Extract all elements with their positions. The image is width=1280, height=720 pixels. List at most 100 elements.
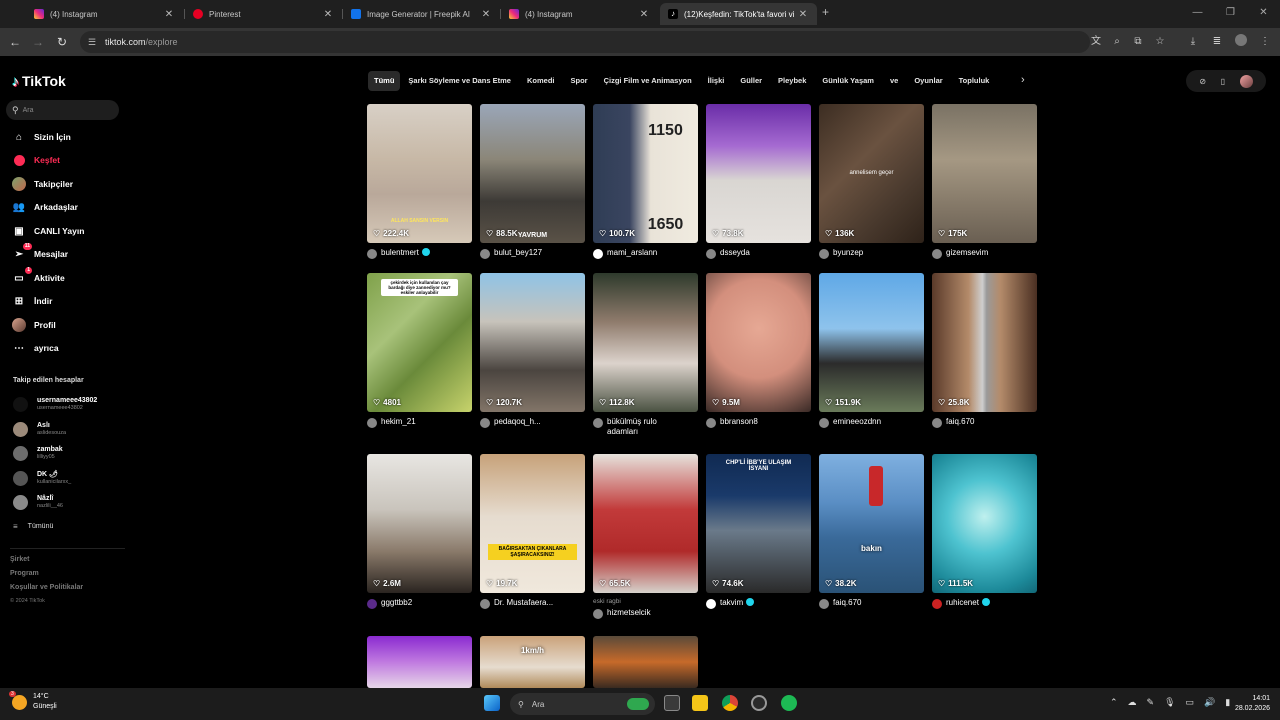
video-card[interactable]: annelisem geçer ♡ 136K byunzep <box>819 104 924 259</box>
close-window-button[interactable]: ✕ <box>1247 0 1280 28</box>
video-author[interactable]: hizmetselcik <box>593 608 698 619</box>
footer-link-program[interactable]: Program <box>10 570 39 577</box>
video-card[interactable] <box>593 636 698 688</box>
footer-link-terms[interactable]: Koşullar ve Politikalar <box>10 584 83 591</box>
install-app-icon[interactable]: ⧉ <box>1130 34 1146 50</box>
video-thumbnail[interactable]: bakın ♡ 38.2K <box>819 454 924 593</box>
video-author[interactable]: takvim <box>706 598 811 609</box>
video-author[interactable]: hekim_21 <box>367 417 472 428</box>
category-tab[interactable]: ve <box>882 71 906 91</box>
microphone-icon[interactable]: 🎙 <box>1164 697 1175 708</box>
video-author[interactable]: pedaqoq_h... <box>480 417 585 428</box>
category-tab[interactable]: Pleybek <box>770 71 814 91</box>
video-author[interactable]: Dr. Mustafaera... <box>480 598 585 609</box>
video-card[interactable]: ALLAH SANSIN VERSIN ♡ 222.4K bulentmert <box>367 104 472 259</box>
video-card[interactable]: ♡ 9.5M bbranson8 <box>706 273 811 428</box>
download-icon[interactable]: ⤓ <box>1185 34 1201 50</box>
nav-profile[interactable]: Profil <box>12 317 56 333</box>
chevron-right-icon[interactable]: › <box>1021 74 1025 86</box>
video-author[interactable]: gizemsevim <box>932 248 1037 259</box>
site-info-icon[interactable]: ☰ <box>88 37 98 47</box>
nav-for-you[interactable]: ⌂ Sizin İçin <box>12 129 71 145</box>
close-icon[interactable]: ✕ <box>797 9 809 20</box>
chrome-icon[interactable] <box>722 695 738 711</box>
following-account[interactable]: Nâzlî nazlili__46 <box>13 494 63 510</box>
nav-following[interactable]: Takipçiler <box>12 176 73 192</box>
video-thumbnail[interactable]: ♡ 65.5K <box>593 454 698 593</box>
spotify-icon[interactable] <box>781 695 797 711</box>
video-thumbnail[interactable] <box>593 636 698 688</box>
close-icon[interactable]: ✕ <box>163 9 175 20</box>
video-author[interactable]: gggttbb2 <box>367 598 472 609</box>
speaker-icon[interactable]: 🔊 <box>1204 697 1215 708</box>
video-thumbnail[interactable]: ♡ 25.8K <box>932 273 1037 412</box>
video-thumbnail[interactable]: BAĞIRSAKTAN ÇIKANLARA ŞAŞIRACAKSINIZ! ♡ 1… <box>480 454 585 593</box>
video-author[interactable]: bbranson8 <box>706 417 811 428</box>
video-thumbnail[interactable]: ♡ 9.5M <box>706 273 811 412</box>
browser-tab[interactable]: Pinterest ✕ <box>185 3 342 25</box>
task-view-icon[interactable] <box>664 695 680 711</box>
category-tab[interactable]: Şarkı Söyleme ve Dans Etme <box>400 71 519 91</box>
taskbar-search[interactable]: ⚲ Ara <box>510 693 655 715</box>
search-input[interactable]: ⚲ Ara <box>6 100 119 120</box>
nav-live[interactable]: ▣ CANLI Yayın <box>12 223 84 239</box>
category-tab[interactable]: İlişki <box>700 71 733 91</box>
file-explorer-icon[interactable] <box>692 695 708 711</box>
address-bar[interactable]: ☰ tiktok.com/explore <box>80 31 1090 53</box>
browser-tab[interactable]: (4) Instagram ✕ <box>501 3 658 25</box>
video-thumbnail[interactable]: YAVRUM ♡ 88.5K <box>480 104 585 243</box>
video-thumbnail[interactable]: çekirdek için kullanılan çay bardağı diy… <box>367 273 472 412</box>
category-tab[interactable]: Çizgi Film ve Animasyon <box>596 71 700 91</box>
category-tab[interactable]: Topluluk <box>951 71 998 91</box>
new-tab-button[interactable]: + <box>822 5 829 19</box>
menu-kebab-icon[interactable]: ⋮ <box>1257 34 1273 50</box>
cloud-icon[interactable]: ☁ <box>1128 697 1137 708</box>
video-thumbnail[interactable]: ♡ 73.8K <box>706 104 811 243</box>
category-tab[interactable]: Günlük Yaşam <box>814 71 882 91</box>
video-thumbnail[interactable]: ALLAH SANSIN VERSIN ♡ 222.4K <box>367 104 472 243</box>
video-thumbnail[interactable]: 1km/h <box>480 636 585 688</box>
video-thumbnail[interactable]: ♡ 111.5K <box>932 454 1037 593</box>
taskbar-clock[interactable]: 14:01 28.02.2026 <box>1235 694 1270 714</box>
footer-link-company[interactable]: Şirket <box>10 556 29 563</box>
maximize-button[interactable]: ❐ <box>1214 0 1247 28</box>
category-tab-all[interactable]: Tümü <box>368 71 401 91</box>
windows-start-icon[interactable] <box>484 695 500 711</box>
bookmark-star-icon[interactable]: ☆ <box>1152 34 1168 50</box>
category-tab[interactable]: Oyunlar <box>906 71 950 91</box>
minimize-button[interactable]: — <box>1181 0 1214 28</box>
video-card[interactable]: ♡ 151.9K emineeozdnn <box>819 273 924 428</box>
nav-activity[interactable]: ▭ 1 Aktivite <box>12 267 65 286</box>
phone-icon[interactable]: ▯ <box>1221 77 1225 86</box>
media-control-icon[interactable]: ≣ <box>1209 34 1225 50</box>
forward-button[interactable]: → <box>29 33 47 51</box>
video-thumbnail[interactable]: ♡ 175K <box>932 104 1037 243</box>
video-card[interactable]: ♡ 175K gizemsevim <box>932 104 1037 259</box>
video-card[interactable]: ♡ 112.8K bükülmüş rulo adamları <box>593 273 698 437</box>
video-thumbnail[interactable]: annelisem geçer ♡ 136K <box>819 104 924 243</box>
category-tab[interactable]: Komedi <box>519 71 563 91</box>
video-author[interactable]: mami_arslann <box>593 248 698 259</box>
following-account[interactable]: Aslı aslidesouza <box>13 421 66 437</box>
following-account[interactable]: usernameee43802 usernameee43802 <box>13 396 97 412</box>
video-author[interactable]: bükülmüş rulo adamları <box>593 417 698 437</box>
video-card[interactable]: bakın ♡ 38.2K faiq.670 <box>819 454 924 609</box>
close-icon[interactable]: ✕ <box>322 9 334 20</box>
see-all-following[interactable]: ≡ Tümünü <box>13 522 53 531</box>
video-card[interactable]: ♡ 65.5K eski ragbi hizmetselcik <box>593 454 698 619</box>
video-thumbnail[interactable]: ♡ 151.9K <box>819 273 924 412</box>
video-card[interactable]: çekirdek için kullanılan çay bardağı diy… <box>367 273 472 428</box>
video-card[interactable]: ♡ 25.8K faiq.670 <box>932 273 1037 428</box>
tiktok-logo[interactable]: ♪ TikTok <box>12 73 66 89</box>
close-icon[interactable]: ✕ <box>638 9 650 20</box>
video-author[interactable]: emineeozdnn <box>819 417 924 428</box>
video-author[interactable]: byunzep <box>819 248 924 259</box>
category-tab[interactable]: Güller <box>732 71 770 91</box>
pen-icon[interactable]: ✎ <box>1147 697 1155 708</box>
reload-button[interactable]: ↻ <box>53 33 71 51</box>
video-card[interactable]: 1150 1650 ♡ 100.7K mami_arslann <box>593 104 698 259</box>
video-author[interactable]: faiq.670 <box>932 417 1037 428</box>
close-icon[interactable]: ✕ <box>480 9 492 20</box>
video-card[interactable]: BAĞIRSAKTAN ÇIKANLARA ŞAŞIRACAKSINIZ! ♡ 1… <box>480 454 585 609</box>
translate-icon[interactable]: 文 <box>1088 34 1104 50</box>
